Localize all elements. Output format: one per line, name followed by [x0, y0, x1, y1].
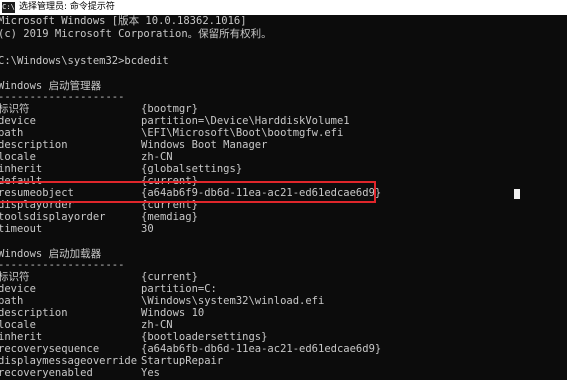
bl-row-description: description Windows 10 [0, 307, 204, 320]
text-cursor [514, 189, 520, 199]
bl-row-displaymessageoverride: displaymessageoverride StartupRepair [0, 355, 223, 368]
cmd-icon: C:\ [2, 2, 15, 13]
bl-value: {a64ab6fb-db6d-11ea-ac21-ed61edcae6d9} [141, 343, 382, 355]
bl-row-identifier: 标识符 {current} [0, 271, 198, 284]
bm-value: {memdiag} [141, 211, 198, 223]
bl-key: displaymessageoverride [0, 355, 138, 367]
bm-key: inherit [0, 163, 43, 175]
bl-row-path: path \Windows\system32\winload.efi [0, 295, 324, 308]
boot-loader-underline: -------------------- [0, 259, 125, 271]
bl-key: recoveryenabled [0, 367, 93, 379]
bm-key: toolsdisplayorder [0, 211, 106, 223]
copyright-line: (c) 2019 Microsoft Corporation。保留所有权利。 [0, 28, 272, 40]
bm-row-locale: locale zh-CN [0, 151, 173, 164]
bm-row-device: device partition=\Device\HarddiskVolume1 [0, 115, 350, 128]
bl-value: zh-CN [141, 319, 173, 331]
console-output[interactable]: Microsoft Windows [版本 10.0.18362.1016] (… [0, 15, 567, 380]
bl-row-inherit: inherit {bootloadersettings} [0, 331, 267, 344]
bl-value: partition=C: [141, 283, 217, 295]
bm-key: timeout [0, 223, 43, 235]
bm-key: locale [0, 151, 36, 163]
bl-value: Windows 10 [141, 307, 205, 319]
bm-value: partition=\Device\HarddiskVolume1 [141, 115, 350, 127]
bm-key: 标识符 [0, 103, 30, 115]
bl-row-device: device partition=C: [0, 283, 217, 296]
bl-row-recoveryenabled: recoveryenabled Yes [0, 367, 160, 380]
bl-row-recoverysequence: recoverysequence {a64ab6fb-db6d-11ea-ac21… [0, 343, 381, 356]
bl-key: inherit [0, 331, 43, 343]
resumeobject-highlight-box [0, 181, 376, 203]
bl-key: 标识符 [0, 271, 30, 283]
bl-value: {current} [141, 271, 198, 283]
bm-row-identifier: 标识符 {bootmgr} [0, 103, 198, 116]
command-prompt-line: C:\Windows\system32>bcdedit [0, 55, 169, 67]
bl-value: \Windows\system32\winload.efi [141, 295, 325, 307]
bl-value: StartupRepair [141, 355, 224, 367]
boot-manager-underline: -------------------- [0, 91, 125, 103]
bl-value: {bootloadersettings} [141, 331, 268, 343]
bl-key: recoverysequence [0, 343, 100, 355]
bm-row-timeout: timeout 30 [0, 223, 154, 236]
bm-value: {globalsettings} [141, 163, 243, 175]
bm-row-toolsdisplayorder: toolsdisplayorder {memdiag} [0, 211, 198, 224]
bm-value: \EFI\Microsoft\Boot\bootmgfw.efi [141, 127, 344, 139]
bl-row-locale: locale zh-CN [0, 319, 173, 332]
bm-row-path: path \EFI\Microsoft\Boot\bootmgfw.efi [0, 127, 343, 140]
bl-key: path [0, 295, 24, 307]
bl-key: device [0, 283, 36, 295]
bm-value: 30 [141, 223, 154, 235]
window-title: 选择管理员: 命令提示符 [19, 2, 115, 12]
bm-value: zh-CN [141, 151, 173, 163]
bl-key: description [0, 307, 68, 319]
bl-key: locale [0, 319, 36, 331]
bm-row-description: description Windows Boot Manager [0, 139, 267, 152]
window-titlebar[interactable]: C:\ 选择管理员: 命令提示符 [0, 0, 567, 15]
bm-key: description [0, 139, 68, 151]
bm-key: device [0, 115, 36, 127]
bm-row-inherit: inherit {globalsettings} [0, 163, 242, 176]
bm-value: Windows Boot Manager [141, 139, 268, 151]
bm-key: path [0, 127, 24, 139]
bl-value: Yes [141, 367, 160, 379]
version-line: Microsoft Windows [版本 10.0.18362.1016] [0, 15, 247, 27]
bm-value: {bootmgr} [141, 103, 198, 115]
